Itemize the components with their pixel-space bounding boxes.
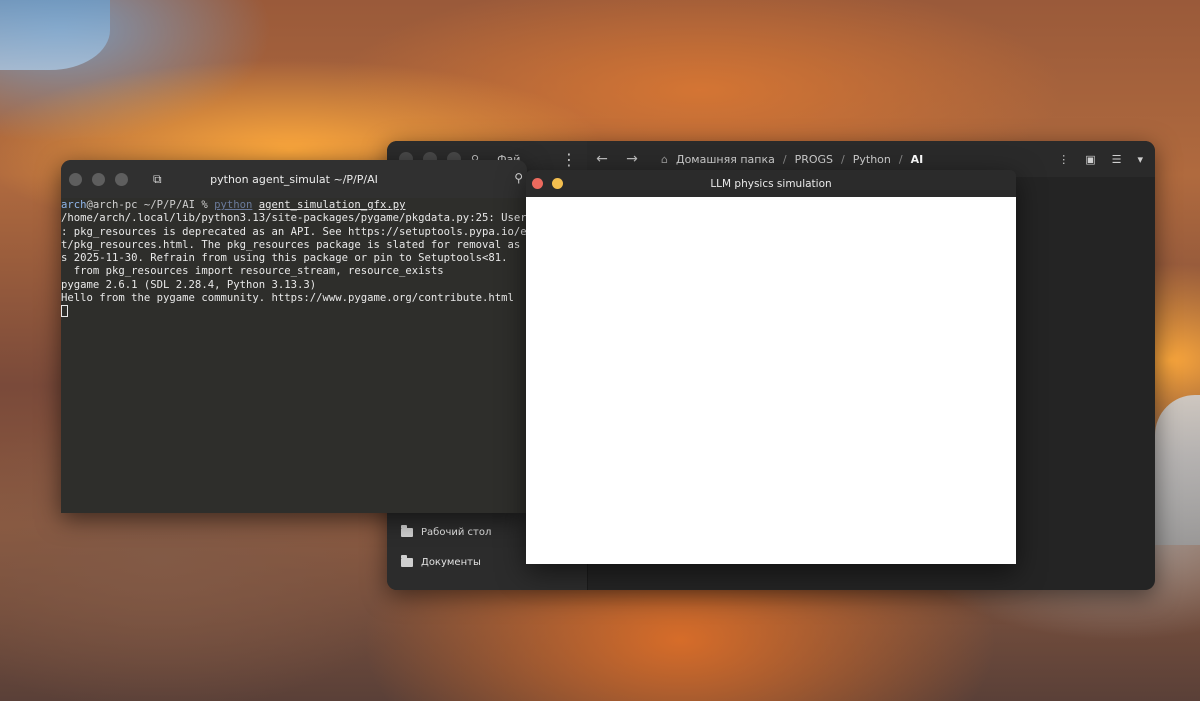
forward-arrow-icon[interactable]: → xyxy=(617,151,647,167)
output-line: s 2025-11-30. Refrain from using this pa… xyxy=(61,252,508,265)
pygame-window[interactable]: LLM physics simulation xyxy=(526,170,1016,564)
search-icon[interactable]: ⚲ xyxy=(514,171,523,185)
pygame-title: LLM physics simulation xyxy=(710,177,832,190)
breadcrumb-progs[interactable]: PROGS xyxy=(795,153,833,166)
terminal-maximize-button[interactable] xyxy=(115,172,128,186)
folder-icon xyxy=(401,525,413,537)
sidebar-item-desktop[interactable]: Рабочий стол xyxy=(401,525,492,538)
breadcrumb-separator: / xyxy=(782,152,787,166)
sidebar-item-label: Рабочий стол xyxy=(421,527,492,538)
output-line: Hello from the pygame community. https:/… xyxy=(61,292,514,305)
terminal-minimize-button[interactable] xyxy=(92,172,105,186)
simulation-canvas[interactable] xyxy=(526,197,1016,564)
output-line: t/pkg_resources.html. The pkg_resources … xyxy=(61,238,527,251)
breadcrumb-home[interactable]: Домашняя папка xyxy=(676,153,775,166)
terminal-cursor xyxy=(61,305,68,318)
desktop-wallpaper: ⚲ Фай ⋮ Рабочий стол Документы ← → ⌂ Дом… xyxy=(0,0,1200,701)
back-arrow-icon[interactable]: ← xyxy=(587,151,617,167)
terminal-close-button[interactable] xyxy=(69,172,82,186)
output-line: pygame 2.6.1 (SDL 2.28.4, Python 3.13.3) xyxy=(61,278,317,291)
output-line: /home/arch/.local/lib/python3.13/site-pa… xyxy=(61,212,527,225)
files-menu-icon[interactable]: ⋮ xyxy=(561,150,577,169)
wallpaper-sky xyxy=(0,0,110,70)
terminal-output[interactable]: arch@arch-pc ~/P/P/AI % python agent_sim… xyxy=(61,198,527,319)
command-python: python xyxy=(214,199,253,211)
command-file: agent_simulation_gfx.py xyxy=(258,199,406,211)
sidebar-item-label: Документы xyxy=(421,557,481,568)
pygame-titlebar[interactable]: LLM physics simulation xyxy=(526,170,1016,197)
terminal-title: python agent_simulat ~/P/P/AI xyxy=(210,172,378,186)
pygame-minimize-button[interactable] xyxy=(552,178,563,189)
terminal-titlebar[interactable]: ⧉ python agent_simulat ~/P/P/AI ⚲ xyxy=(61,160,527,198)
breadcrumb-python[interactable]: Python xyxy=(853,153,891,166)
breadcrumb-ai[interactable]: AI xyxy=(911,153,924,166)
terminal-window-controls xyxy=(69,172,128,186)
view-list-icon[interactable]: ☰ xyxy=(1112,153,1122,166)
prompt-path: ~/P/P/AI % xyxy=(137,199,215,211)
wallpaper-arch-opening xyxy=(1155,395,1200,545)
files-toolbar-actions: ⋮ ▣ ☰ ▾ xyxy=(1058,153,1155,166)
prompt-user: arch xyxy=(61,199,87,211)
sidebar-item-documents[interactable]: Документы xyxy=(401,555,481,568)
breadcrumb-separator: / xyxy=(841,152,845,166)
breadcrumb-separator: / xyxy=(898,152,903,166)
pygame-close-button[interactable] xyxy=(532,178,543,189)
pygame-window-controls xyxy=(532,178,563,189)
new-tab-icon[interactable]: ⧉ xyxy=(153,172,162,187)
document-folder-icon xyxy=(401,555,413,567)
folder-search-icon[interactable]: ▣ xyxy=(1085,153,1095,166)
output-line: from pkg_resources import resource_strea… xyxy=(61,265,444,278)
output-line: : pkg_resources is deprecated as an API.… xyxy=(61,225,527,238)
home-icon: ⌂ xyxy=(661,152,668,166)
breadcrumb: ⌂ Домашняя папка / PROGS / Python / AI xyxy=(661,153,923,166)
terminal-window[interactable]: ⧉ python agent_simulat ~/P/P/AI ⚲ arch@a… xyxy=(61,160,527,513)
prompt-host: @arch-pc xyxy=(86,199,138,211)
chevron-down-icon[interactable]: ▾ xyxy=(1137,153,1143,166)
kebab-menu-icon[interactable]: ⋮ xyxy=(1058,153,1069,166)
